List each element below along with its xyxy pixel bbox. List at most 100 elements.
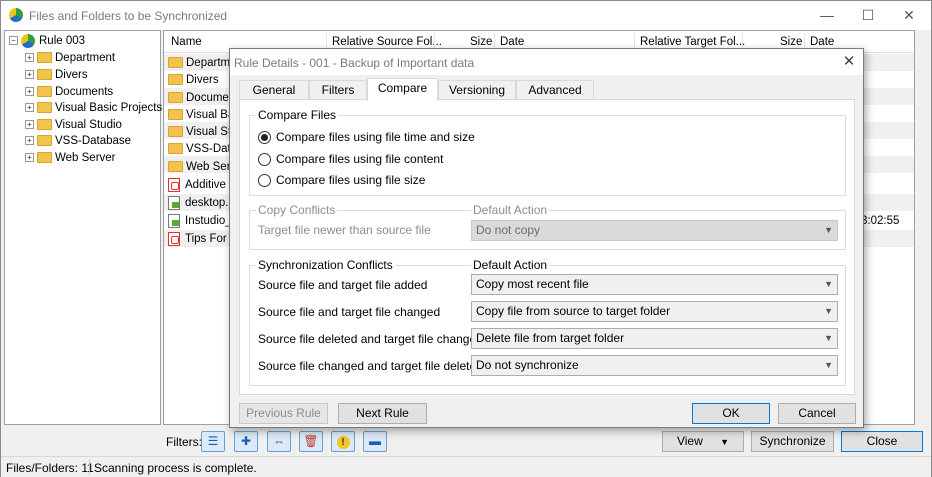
- checklist-icon: ☰: [207, 434, 219, 448]
- tree-item-visual-basic-projects[interactable]: + Visual Basic Projects: [25, 100, 162, 116]
- delete-icon: 🗑: [303, 434, 319, 448]
- folder-icon: [37, 135, 52, 147]
- chevron-down-icon: ▼: [824, 225, 833, 235]
- radio-file-content[interactable]: Compare files using file content: [258, 151, 443, 167]
- checklist-filter-button[interactable]: ☰: [201, 431, 225, 452]
- sync-added-select[interactable]: Copy most recent file ▼: [471, 274, 838, 295]
- copy-conflict-value: Do not copy: [476, 223, 541, 237]
- warning-filter-button[interactable]: !: [331, 431, 355, 452]
- minimize-button[interactable]: —: [812, 5, 842, 25]
- list-item[interactable]: desktop.in: [168, 195, 237, 212]
- sync-deleted-changed-value: Delete file from target folder: [476, 331, 625, 345]
- sync-changed-deleted-value: Do not synchronize: [476, 358, 579, 372]
- expand-icon[interactable]: +: [25, 153, 34, 163]
- delete-filter-button[interactable]: 🗑: [299, 431, 323, 452]
- folder-icon: [168, 74, 183, 86]
- synchronize-button[interactable]: Synchronize: [751, 431, 834, 452]
- ok-button[interactable]: OK: [692, 403, 770, 424]
- column-header-target-date[interactable]: Date: [810, 36, 834, 48]
- column-header-source-date[interactable]: Date: [500, 36, 524, 48]
- tree-item-documents[interactable]: + Documents: [25, 84, 113, 100]
- minus-filter-button[interactable]: ▬: [363, 431, 387, 452]
- swap-filter-button[interactable]: ⇔: [267, 431, 291, 452]
- expand-icon[interactable]: +: [25, 120, 34, 130]
- column-header-relative-target[interactable]: Relative Target Fol...: [640, 36, 745, 48]
- ini-file-icon: [168, 213, 180, 228]
- add-filter-button[interactable]: ✚: [234, 431, 258, 452]
- folder-icon: [37, 52, 52, 64]
- sync-deleted-changed-select[interactable]: Delete file from target folder ▼: [471, 328, 838, 349]
- expand-icon[interactable]: +: [25, 103, 34, 113]
- list-item[interactable]: Tips For D: [168, 231, 238, 248]
- expand-icon[interactable]: +: [25, 53, 34, 63]
- tab-versioning[interactable]: Versioning: [438, 80, 516, 100]
- chevron-down-icon: ▼: [824, 333, 833, 343]
- folder-tree[interactable]: − Rule 003 + Department + Divers + Documents…: [4, 30, 162, 425]
- close-button[interactable]: Close: [841, 431, 923, 452]
- folder-icon: [168, 109, 183, 121]
- close-window-button[interactable]: ✕: [894, 5, 924, 25]
- folder-icon: [168, 161, 183, 173]
- copy-default-action-label: Default Action: [471, 203, 550, 217]
- list-item[interactable]: Visual Stu: [168, 124, 238, 141]
- folder-icon: [37, 102, 52, 114]
- compare-files-title: Compare Files: [256, 108, 339, 122]
- compare-tab-panel: Compare Files Compare files using file t…: [239, 99, 855, 395]
- rule-icon: [21, 33, 35, 48]
- tree-item-department[interactable]: + Department: [25, 50, 115, 66]
- column-header-target-size[interactable]: Size: [780, 36, 802, 48]
- tree-item-visual-studio[interactable]: + Visual Studio: [25, 117, 122, 133]
- expand-icon[interactable]: +: [25, 136, 34, 146]
- list-item[interactable]: Documen: [168, 90, 235, 107]
- column-header-source-size[interactable]: Size: [470, 36, 492, 48]
- app-icon: [9, 8, 23, 22]
- list-item[interactable]: Divers: [168, 72, 219, 89]
- tab-compare[interactable]: Compare: [367, 78, 438, 101]
- folder-icon: [168, 92, 183, 104]
- ini-file-icon: [168, 195, 180, 210]
- folder-icon: [37, 86, 52, 98]
- tree-root-label: Rule 003: [39, 35, 86, 47]
- chevron-down-icon: ▼: [824, 279, 833, 289]
- sync-changed-select[interactable]: Copy file from source to target folder ▼: [471, 301, 838, 322]
- previous-rule-button[interactable]: Previous Rule: [239, 403, 328, 424]
- dialog-close-button[interactable]: ✕: [838, 52, 860, 72]
- tree-item-label: Divers: [55, 69, 88, 81]
- list-item[interactable]: VSS-Data: [168, 141, 237, 158]
- column-header-relative-source[interactable]: Relative Source Fol...: [332, 36, 442, 48]
- maximize-button[interactable]: ☐: [853, 5, 883, 25]
- tab-general[interactable]: General: [239, 80, 309, 100]
- list-item[interactable]: Web Serv: [168, 159, 236, 176]
- tree-root[interactable]: − Rule 003: [9, 33, 85, 49]
- swap-icon: ⇔: [273, 434, 285, 448]
- folder-icon: [168, 143, 183, 155]
- folder-icon: [37, 69, 52, 81]
- window-title: Files and Folders to be Synchronized: [29, 9, 228, 23]
- column-header-name[interactable]: Name: [171, 36, 202, 48]
- list-item[interactable]: Departme: [168, 55, 237, 72]
- view-button[interactable]: View ▼: [662, 431, 744, 452]
- expand-icon[interactable]: +: [25, 87, 34, 97]
- tab-filters[interactable]: Filters: [309, 80, 367, 100]
- sync-changed-deleted-select[interactable]: Do not synchronize ▼: [471, 355, 838, 376]
- tree-item-label: Visual Basic Projects: [55, 102, 163, 114]
- tree-item-label: Visual Studio: [55, 119, 122, 131]
- status-bar: Files/Folders: 11 Scanning process is co…: [1, 456, 931, 477]
- cancel-button[interactable]: Cancel: [778, 403, 856, 424]
- list-item-name: Documen: [186, 92, 236, 104]
- expand-icon[interactable]: +: [25, 70, 34, 80]
- radio-time-and-size[interactable]: Compare files using file time and size: [258, 129, 475, 145]
- dialog-title-bar: Rule Details - 001 - Backup of Important…: [230, 49, 863, 75]
- folder-icon: [37, 152, 52, 164]
- tree-item-web-server[interactable]: + Web Server: [25, 150, 116, 166]
- sync-changed-value: Copy file from source to target folder: [476, 304, 671, 318]
- tree-item-divers[interactable]: + Divers: [25, 67, 88, 83]
- radio-file-size[interactable]: Compare files using file size: [258, 172, 425, 188]
- collapse-icon[interactable]: −: [9, 36, 18, 46]
- next-rule-button[interactable]: Next Rule: [338, 403, 427, 424]
- tree-item-label: Documents: [55, 86, 114, 98]
- tab-advanced[interactable]: Advanced: [516, 80, 594, 100]
- tree-item-vss-database[interactable]: + VSS-Database: [25, 133, 131, 149]
- sync-conflicts-title: Synchronization Conflicts: [256, 258, 395, 272]
- folder-icon: [37, 119, 52, 131]
